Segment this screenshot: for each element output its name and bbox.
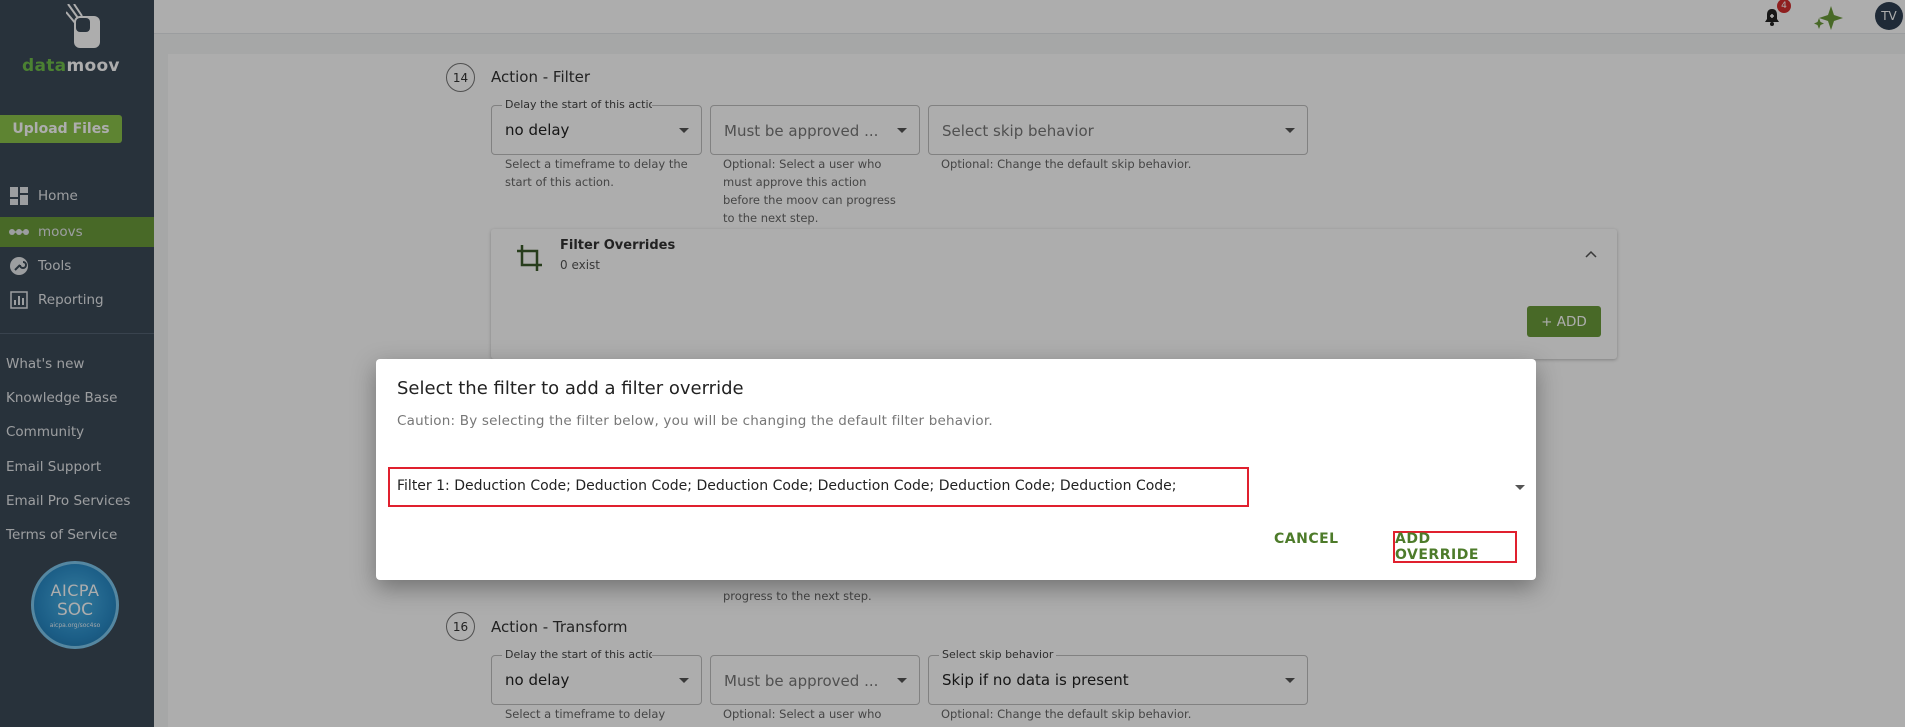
chevron-down-icon <box>1515 485 1525 490</box>
dialog-title: Select the filter to add a filter overri… <box>397 378 744 399</box>
filter-select[interactable]: Filter 1: Deduction Code; Deduction Code… <box>388 467 1526 507</box>
filter-override-dialog: Select the filter to add a filter overri… <box>376 359 1536 580</box>
filter-select-value: Filter 1: Deduction Code; Deduction Code… <box>397 478 1177 494</box>
add-override-label: ADD OVERRIDE <box>1395 531 1479 563</box>
add-override-button[interactable]: ADD OVERRIDE <box>1393 531 1517 563</box>
cancel-button[interactable]: CANCEL <box>1274 531 1339 547</box>
dialog-caution-text: Caution: By selecting the filter below, … <box>397 413 993 429</box>
